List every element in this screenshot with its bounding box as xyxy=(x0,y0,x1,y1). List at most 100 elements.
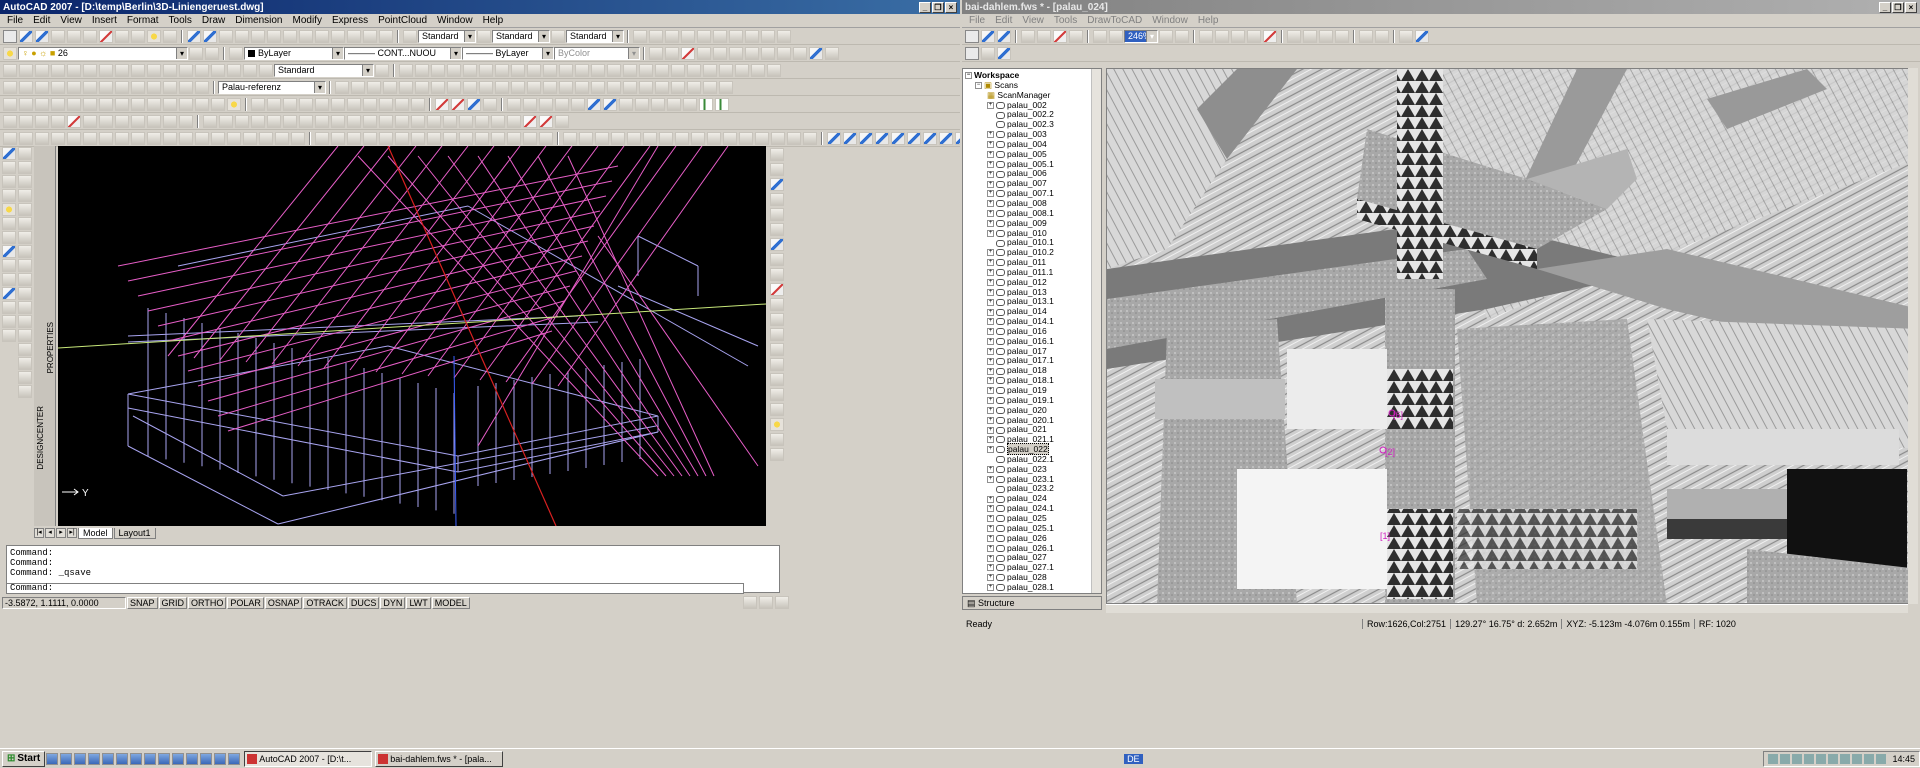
left2-tool-8-icon[interactable] xyxy=(18,245,32,258)
tray-4-icon[interactable] xyxy=(1804,753,1815,764)
pc-line-icon[interactable] xyxy=(1215,29,1229,43)
marker-1[interactable]: [1] xyxy=(1380,531,1390,541)
dim-textstyle-combo[interactable]: Standard xyxy=(274,63,374,77)
snap-apparent-icon[interactable] xyxy=(363,131,377,145)
expand-icon[interactable]: + xyxy=(987,259,994,267)
view-top-icon[interactable] xyxy=(633,29,647,43)
quicklaunch-11-icon[interactable] xyxy=(186,752,199,765)
publish-icon[interactable] xyxy=(83,29,97,43)
task-pointcloud[interactable]: bai-dahlem.fws * - [pala... xyxy=(375,750,504,767)
expand-icon[interactable]: + xyxy=(987,288,994,296)
menu-row5-18-icon[interactable] xyxy=(283,97,297,111)
expand-icon[interactable]: + xyxy=(987,495,994,503)
menu-row6-31-icon[interactable] xyxy=(491,114,505,128)
right-tool-7-icon[interactable] xyxy=(770,238,784,251)
ext-tool-5-icon[interactable] xyxy=(713,46,727,60)
swivel-icon[interactable] xyxy=(511,63,525,77)
expand-icon[interactable]: + xyxy=(987,249,994,257)
right-tool-9-icon[interactable] xyxy=(770,268,784,281)
render-window-icon[interactable] xyxy=(495,80,509,94)
table-icon[interactable] xyxy=(275,131,289,145)
right-tool-2-icon[interactable] xyxy=(770,163,784,176)
left2-tool-12-icon[interactable] xyxy=(18,301,32,314)
expand-icon[interactable]: + xyxy=(987,219,994,227)
pc-tool-5-icon[interactable] xyxy=(891,131,905,145)
expand-icon[interactable]: + xyxy=(987,544,994,552)
block-icon[interactable] xyxy=(163,29,177,43)
tray-2-icon[interactable] xyxy=(1780,753,1791,764)
menu-row5-22-icon[interactable] xyxy=(347,97,361,111)
dim-edit-icon[interactable] xyxy=(227,63,241,77)
ucs-3point-icon[interactable] xyxy=(131,80,145,94)
expand-icon[interactable]: + xyxy=(987,377,994,385)
menu-row6-26-icon[interactable] xyxy=(411,114,425,128)
sweep-icon[interactable] xyxy=(751,63,765,77)
layer-previous-icon[interactable] xyxy=(205,46,219,60)
menu-row5-19-icon[interactable] xyxy=(299,97,313,111)
expand-icon[interactable]: + xyxy=(987,278,994,286)
menu-row6-35-icon[interactable] xyxy=(555,114,569,128)
xline-icon[interactable] xyxy=(19,131,33,145)
pc-tool-6-icon[interactable] xyxy=(907,131,921,145)
point-icon[interactable] xyxy=(211,131,225,145)
calc-icon[interactable] xyxy=(363,29,377,43)
pc-zoom-tool-icon[interactable] xyxy=(1109,29,1123,43)
menu-row6-27-icon[interactable] xyxy=(427,114,441,128)
expand-icon[interactable]: + xyxy=(987,534,994,542)
menu-row6-18-icon[interactable] xyxy=(283,114,297,128)
menu-row5-23-icon[interactable] xyxy=(363,97,377,111)
right-tool-21-icon[interactable] xyxy=(770,448,784,461)
dim-update-icon[interactable] xyxy=(259,63,273,77)
menu-row6-12-icon[interactable] xyxy=(179,114,193,128)
ucs-icon[interactable] xyxy=(3,80,17,94)
save-icon[interactable] xyxy=(35,29,49,43)
pc-disk-icon[interactable] xyxy=(997,46,1011,60)
right-tool-11-icon[interactable] xyxy=(770,298,784,311)
menu-row5-8-icon[interactable] xyxy=(115,97,129,111)
pc-scan-icon[interactable] xyxy=(1037,29,1051,43)
color-combo[interactable]: ByLayer xyxy=(244,46,344,60)
matchprop-icon[interactable] xyxy=(147,29,161,43)
cone-icon[interactable] xyxy=(655,63,669,77)
clip-icon[interactable] xyxy=(559,63,573,77)
ext-tool-8-icon[interactable] xyxy=(761,46,775,60)
expand-icon[interactable]: + xyxy=(987,416,994,424)
menu-help[interactable]: Help xyxy=(478,15,509,26)
pc-pencil-icon[interactable] xyxy=(1399,29,1413,43)
tray-9-icon[interactable] xyxy=(1864,753,1875,764)
menu-row5-38-icon[interactable] xyxy=(619,97,633,111)
shade-realistic-icon[interactable] xyxy=(383,80,397,94)
coordinates-readout[interactable]: -3.5872, 1.1111, 0.0000 xyxy=(2,596,126,609)
view-front-icon[interactable] xyxy=(697,29,711,43)
menu-row6-6-icon[interactable] xyxy=(83,114,97,128)
paste-icon[interactable] xyxy=(131,29,145,43)
snap-tangent-icon[interactable] xyxy=(427,131,441,145)
right-tool-19-icon[interactable] xyxy=(770,418,784,431)
menu-row5-13-icon[interactable] xyxy=(195,97,209,111)
preview-icon[interactable] xyxy=(67,29,81,43)
box-icon[interactable] xyxy=(607,63,621,77)
left-tool-1-icon[interactable] xyxy=(2,147,16,160)
ellipse-icon[interactable] xyxy=(147,131,161,145)
right-tool-20-icon[interactable] xyxy=(770,433,784,446)
otrack-toggle[interactable]: OTRACK xyxy=(303,596,347,609)
make-current-icon[interactable] xyxy=(189,46,203,60)
menu-row5-20-icon[interactable] xyxy=(315,97,329,111)
orbit-continuous-icon[interactable] xyxy=(431,63,445,77)
menu-row5-28-icon[interactable] xyxy=(451,97,465,111)
left-tool-8-icon[interactable] xyxy=(2,245,16,258)
view-iso3-icon[interactable] xyxy=(761,29,775,43)
menu-row5-41-icon[interactable] xyxy=(667,97,681,111)
ucs-apply-icon[interactable] xyxy=(195,80,209,94)
menu-row5-37-icon[interactable] xyxy=(603,97,617,111)
expand-icon[interactable]: + xyxy=(987,466,994,473)
copy-icon[interactable] xyxy=(115,29,129,43)
pc-tile-icon[interactable] xyxy=(1335,29,1349,43)
menu-insert[interactable]: Insert xyxy=(87,15,122,26)
prev-tab-icon[interactable]: ◂ xyxy=(45,528,55,538)
circle-icon[interactable] xyxy=(99,131,113,145)
expand-icon[interactable]: + xyxy=(987,308,994,316)
left-tool-11-icon[interactable] xyxy=(2,287,16,300)
line-icon[interactable] xyxy=(3,131,17,145)
menu-window[interactable]: Window xyxy=(432,15,478,26)
